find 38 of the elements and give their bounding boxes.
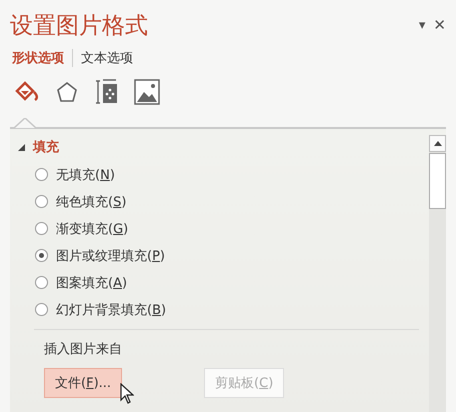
radio-label: 图片或纹理填充(P) [56, 248, 165, 264]
radio-button[interactable] [35, 276, 48, 289]
section-title: 填充 [33, 138, 59, 156]
radio-label: 渐变填充(G) [56, 220, 128, 238]
icon-tab[interactable] [94, 79, 120, 105]
collapse-arrow-icon [18, 144, 25, 150]
radio-button[interactable] [35, 303, 48, 316]
image-icon [134, 79, 160, 105]
scroll-up-icon [434, 141, 442, 146]
icon-tab[interactable] [134, 79, 160, 105]
radio-button[interactable] [35, 249, 48, 262]
insert-source-button[interactable]: 文件(F)... [44, 368, 122, 398]
radio-button[interactable] [35, 222, 48, 235]
mouse-cursor-icon [120, 383, 134, 404]
radio-label: 幻灯片背景填充(B) [56, 302, 166, 318]
fill-radio-option[interactable]: 无填充(N) [18, 161, 429, 188]
icon-tab[interactable] [54, 79, 80, 105]
section-header[interactable]: 填充 [18, 137, 429, 157]
fill-radio-option[interactable]: 图片或纹理填充(P) [18, 242, 429, 269]
pentagon-icon [55, 80, 79, 104]
radio-label: 纯色填充(S) [56, 194, 126, 210]
scrollbar[interactable] [429, 135, 446, 412]
options-tab[interactable]: 文本选项 [81, 49, 133, 67]
radio-button[interactable] [35, 195, 48, 208]
options-tab[interactable]: 形状选项 [12, 49, 64, 67]
radio-button[interactable] [35, 168, 48, 181]
size-layout-icon [95, 79, 119, 105]
fill-radio-option[interactable]: 图案填充(A) [18, 269, 429, 296]
fill-radio-option[interactable]: 渐变填充(G) [18, 215, 429, 242]
pane-title: 设置图片格式 [10, 12, 148, 40]
radio-label: 无填充(N) [56, 166, 115, 184]
radio-label: 图案填充(A) [56, 274, 128, 292]
scrollbar-thumb[interactable] [429, 153, 446, 209]
pane-menu-button[interactable]: ▾ [418, 18, 426, 32]
insert-from-label: 插入图片来自 [44, 341, 123, 358]
fill-radio-option[interactable]: 纯色填充(S) [18, 188, 429, 215]
close-button[interactable]: ✕ [433, 16, 446, 34]
fill-radio-option[interactable]: 幻灯片背景填充(B) [18, 296, 429, 323]
